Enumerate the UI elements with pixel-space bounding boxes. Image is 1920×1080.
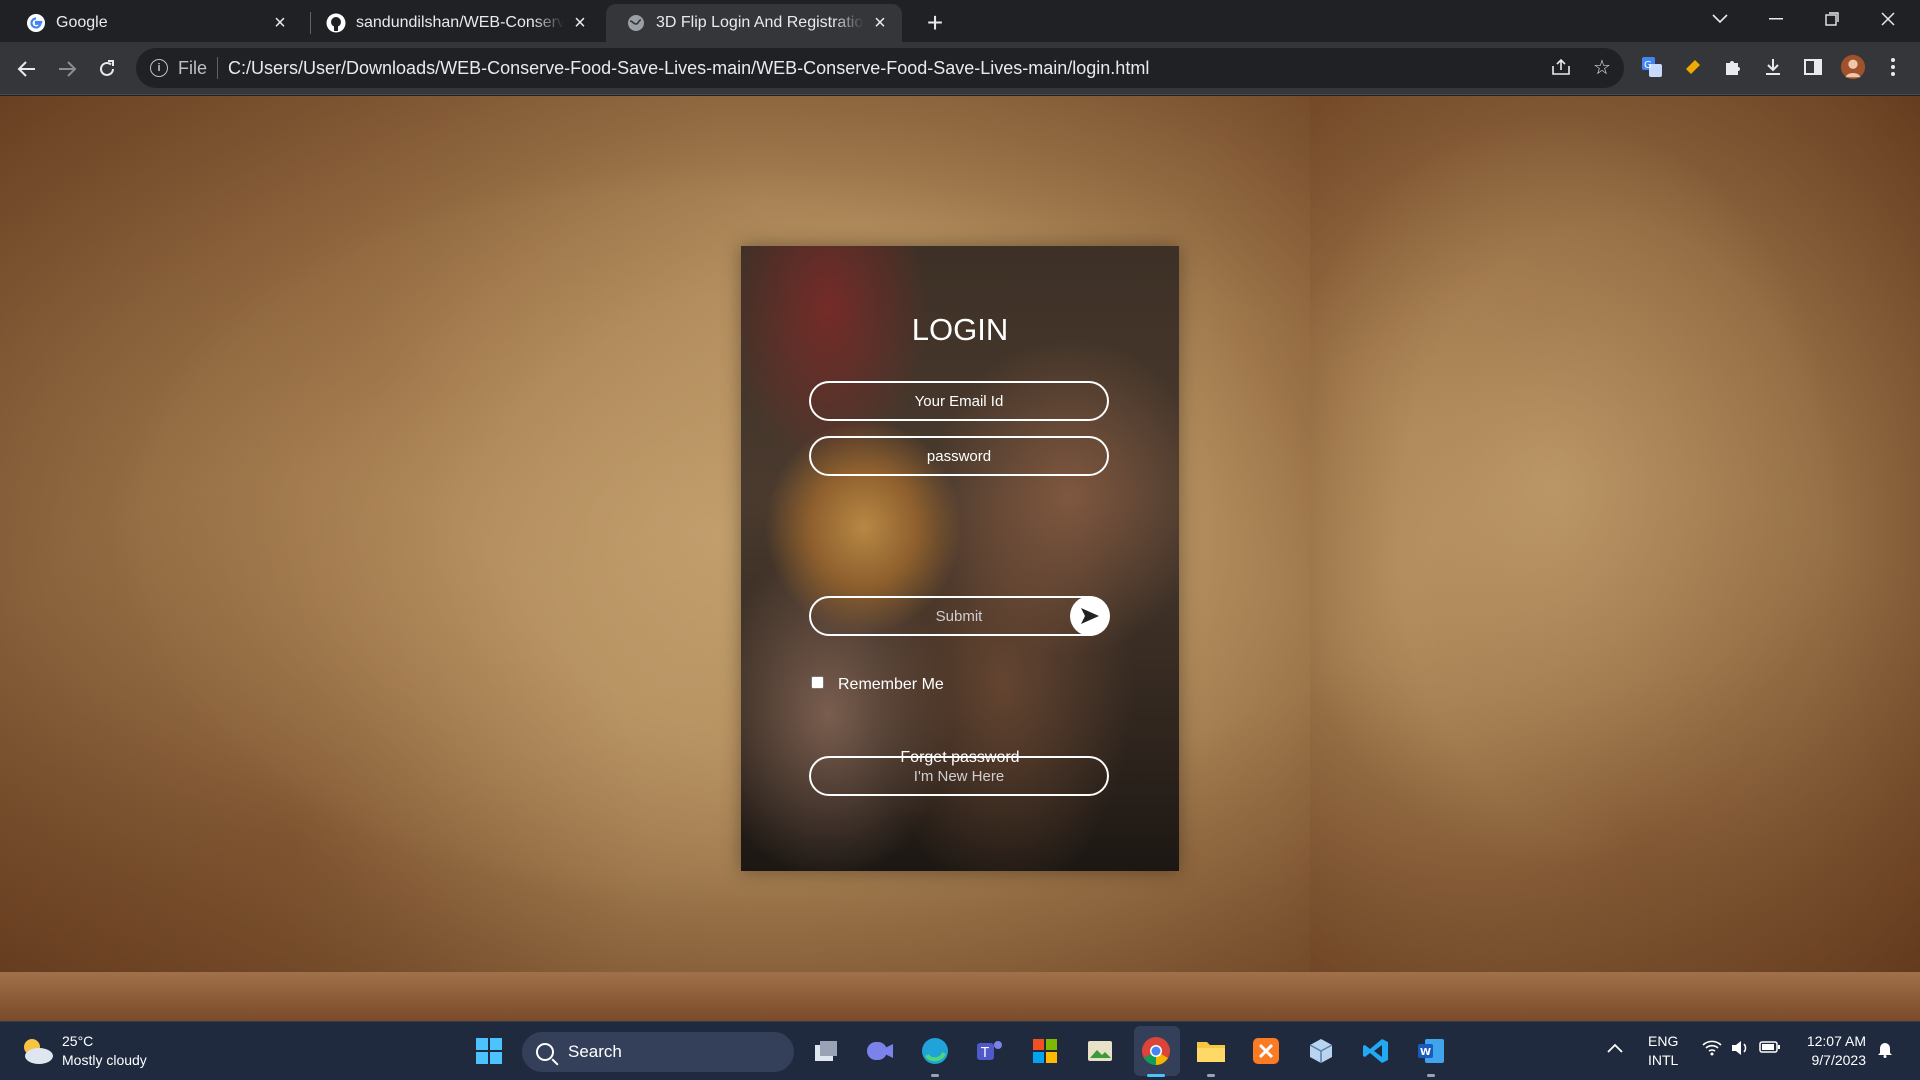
minimize-icon[interactable] <box>1748 0 1804 38</box>
close-window-icon[interactable] <box>1860 0 1916 38</box>
login-card: LOGIN Your Email Id password Submit Reme… <box>741 246 1179 871</box>
taskbar-search[interactable]: Search <box>522 1032 794 1072</box>
translate-extension-icon[interactable]: G <box>1639 54 1665 80</box>
share-icon[interactable] <box>1546 52 1576 82</box>
search-label: Search <box>568 1042 622 1061</box>
start-windows-icon[interactable] <box>472 1034 506 1068</box>
clock[interactable]: 12:07 AM 9/7/2023 <box>1800 1032 1866 1070</box>
tab-title: 3D Flip Login And Registration Form <box>656 14 864 31</box>
bookmark-star-icon[interactable]: ☆ <box>1587 52 1617 82</box>
edge-browser-icon[interactable] <box>918 1034 952 1068</box>
close-icon[interactable]: × <box>570 12 590 34</box>
tab-github[interactable]: sandundilshan/WEB-Conserve-Food-Save-Liv… <box>306 4 602 42</box>
forget-password-link[interactable]: Forget password <box>741 749 1179 767</box>
xampp-icon[interactable] <box>1249 1034 1283 1068</box>
page-viewport: LOGIN Your Email Id password Submit Reme… <box>0 96 1920 1021</box>
notification-bell-icon[interactable] <box>1876 1040 1894 1063</box>
tab-title: sandundilshan/WEB-Conserve-Food-Save-Liv… <box>356 14 564 31</box>
ticket-extension-icon[interactable] <box>1680 54 1706 80</box>
show-hidden-icons-chevron-icon[interactable] <box>1607 1040 1623 1058</box>
weather-widget[interactable]: 25°C Mostly cloudy <box>20 1032 147 1070</box>
github-icon <box>326 13 346 33</box>
language-line2: INTL <box>1648 1052 1679 1068</box>
tab-title: Google <box>56 14 108 31</box>
photos-app-icon[interactable] <box>1083 1034 1117 1068</box>
scheme-label: File <box>178 57 208 78</box>
password-input[interactable]: password <box>809 436 1109 476</box>
running-indicator <box>1427 1074 1435 1077</box>
globe-icon <box>626 13 646 33</box>
menu-kebab-icon[interactable] <box>1880 54 1906 80</box>
url-text[interactable]: C:/Users/User/Downloads/WEB-Conserve-Foo… <box>228 58 1149 79</box>
microsoft-store-icon[interactable] <box>1028 1034 1062 1068</box>
taskbar: 25°C Mostly cloudy Search T W ENG INTL 1… <box>0 1021 1920 1080</box>
virtualbox-icon[interactable] <box>1304 1034 1338 1068</box>
tab-google[interactable]: Google × <box>6 4 302 42</box>
weather-condition: Mostly cloudy <box>62 1052 147 1068</box>
background-texture <box>1310 96 1920 972</box>
side-panel-icon[interactable] <box>1800 54 1826 80</box>
profile-avatar-icon[interactable] <box>1840 54 1866 80</box>
info-icon[interactable]: i <box>150 59 168 77</box>
word-icon[interactable]: W <box>1414 1034 1448 1068</box>
clock-time: 12:07 AM <box>1806 1033 1866 1049</box>
remember-me: Remember Me <box>811 675 944 694</box>
volume-icon[interactable] <box>1730 1040 1750 1061</box>
reload-icon[interactable] <box>90 52 124 86</box>
running-indicator <box>931 1074 939 1077</box>
remember-me-label: Remember Me <box>838 676 944 693</box>
clock-date: 9/7/2023 <box>1811 1052 1867 1068</box>
wifi-icon[interactable] <box>1702 1040 1722 1061</box>
teams-icon[interactable]: T <box>973 1034 1007 1068</box>
chrome-icon[interactable] <box>1139 1034 1173 1068</box>
puzzle-extensions-icon[interactable] <box>1720 54 1746 80</box>
back-arrow-icon[interactable] <box>10 52 44 86</box>
address-bar[interactable]: i File C:/Users/User/Downloads/WEB-Conse… <box>136 48 1624 88</box>
svg-text:G: G <box>1644 60 1652 71</box>
email-input[interactable]: Your Email Id <box>809 381 1109 421</box>
remember-me-checkbox[interactable] <box>811 675 824 689</box>
svg-text:W: W <box>1420 1047 1431 1058</box>
login-title: LOGIN <box>911 312 1009 347</box>
tab-search-chevron-icon[interactable] <box>1692 0 1748 38</box>
send-arrow-icon[interactable] <box>1070 596 1110 636</box>
task-view-icon[interactable] <box>809 1034 843 1068</box>
active-indicator <box>1147 1074 1165 1077</box>
background-footer-strip <box>0 972 1920 1021</box>
new-tab-button[interactable]: + <box>920 7 950 38</box>
close-icon[interactable]: × <box>870 12 890 34</box>
search-icon <box>536 1043 554 1061</box>
chat-meet-icon[interactable] <box>863 1034 897 1068</box>
divider <box>217 57 219 79</box>
cloudy-icon <box>24 1039 53 1064</box>
download-icon[interactable] <box>1760 54 1786 80</box>
running-indicator <box>1207 1074 1215 1077</box>
svg-text:T: T <box>980 1046 989 1061</box>
submit-button[interactable]: Submit <box>809 596 1109 636</box>
google-icon <box>26 13 46 33</box>
language-indicator[interactable]: ENG INTL <box>1648 1032 1678 1070</box>
vscode-icon[interactable] <box>1359 1034 1393 1068</box>
battery-icon[interactable] <box>1759 1040 1781 1059</box>
restore-icon[interactable] <box>1804 0 1860 38</box>
file-explorer-icon[interactable] <box>1194 1034 1228 1068</box>
forward-arrow-icon[interactable] <box>50 52 84 86</box>
browser-toolbar: i File C:/Users/User/Downloads/WEB-Conse… <box>0 42 1920 95</box>
tab-login-form[interactable]: 3D Flip Login And Registration Form × <box>606 4 902 42</box>
weather-temp: 25°C <box>62 1033 94 1049</box>
tab-strip: Google × sandundilshan/WEB-Conserve-Food… <box>0 0 1920 42</box>
language-line1: ENG <box>1648 1033 1679 1049</box>
close-icon[interactable]: × <box>270 12 290 34</box>
